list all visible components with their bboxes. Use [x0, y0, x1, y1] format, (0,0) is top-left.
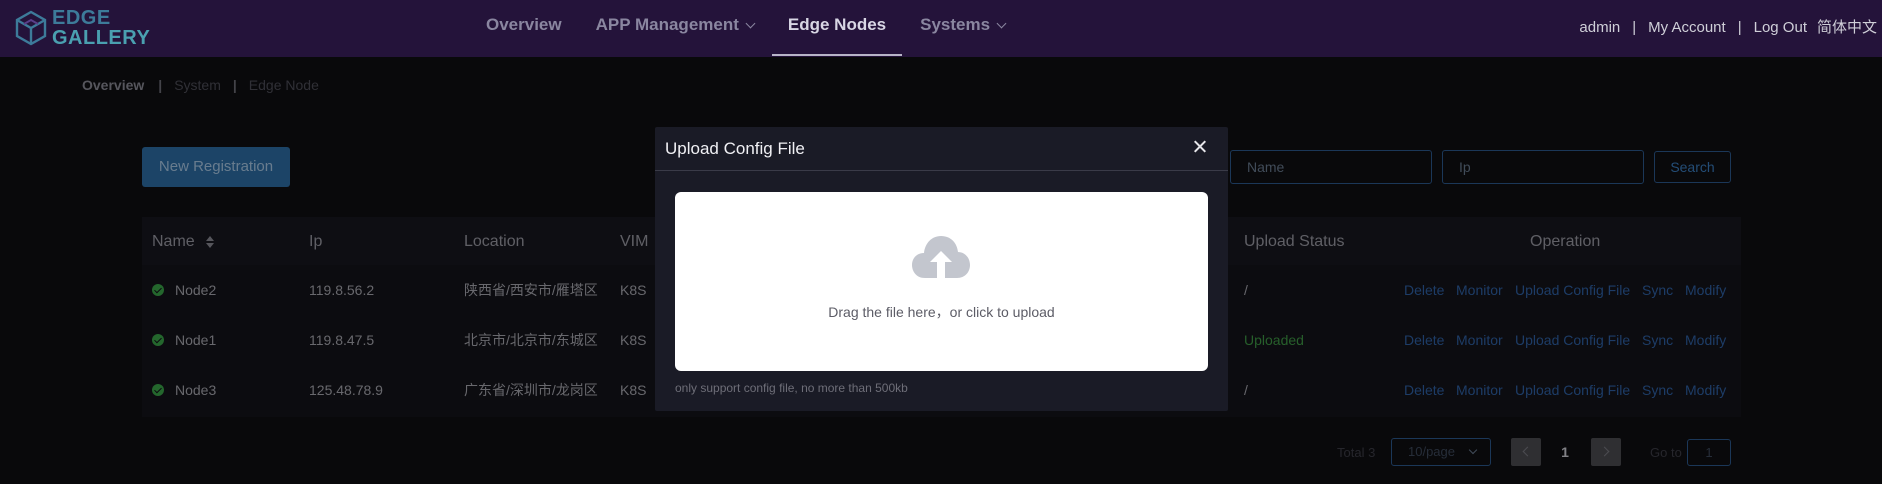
top-navbar: EDGE GALLERY Overview APP Management Edg… — [0, 0, 1882, 57]
username[interactable]: admin — [1579, 0, 1620, 57]
cube-logo-icon — [15, 10, 47, 46]
main-nav: Overview APP Management Edge Nodes Syste… — [470, 0, 1023, 57]
upload-tip: only support config file, no more than 5… — [675, 381, 908, 395]
dropzone-text: Drag the file here，or click to upload — [828, 304, 1055, 320]
edgegallery-logo[interactable]: EDGE GALLERY — [14, 6, 150, 50]
dialog-title: Upload Config File — [665, 139, 805, 158]
logout-link[interactable]: Log Out — [1754, 0, 1807, 57]
separator: | — [1737, 19, 1742, 36]
nav-systems[interactable]: Systems — [904, 0, 1021, 57]
nav-overview[interactable]: Overview — [470, 0, 578, 57]
upload-config-dialog: Upload Config File Drag the file here，or… — [655, 127, 1228, 411]
my-account-link[interactable]: My Account — [1648, 0, 1726, 57]
logo-text: EDGE GALLERY — [52, 7, 151, 49]
cloud-upload-icon — [912, 236, 970, 278]
chevron-down-icon — [745, 18, 756, 29]
nav-app-management[interactable]: APP Management — [580, 0, 770, 57]
separator: | — [1632, 19, 1637, 36]
file-dropzone[interactable]: Drag the file here，or click to upload — [675, 192, 1208, 371]
user-menu: admin | My Account | Log Out 简体中文 — [1579, 0, 1877, 57]
chevron-down-icon — [996, 18, 1007, 29]
dialog-divider — [655, 170, 1228, 171]
language-switch[interactable]: 简体中文 — [1817, 0, 1877, 57]
close-icon[interactable] — [1192, 139, 1208, 155]
nav-edge-nodes[interactable]: Edge Nodes — [771, 0, 903, 57]
